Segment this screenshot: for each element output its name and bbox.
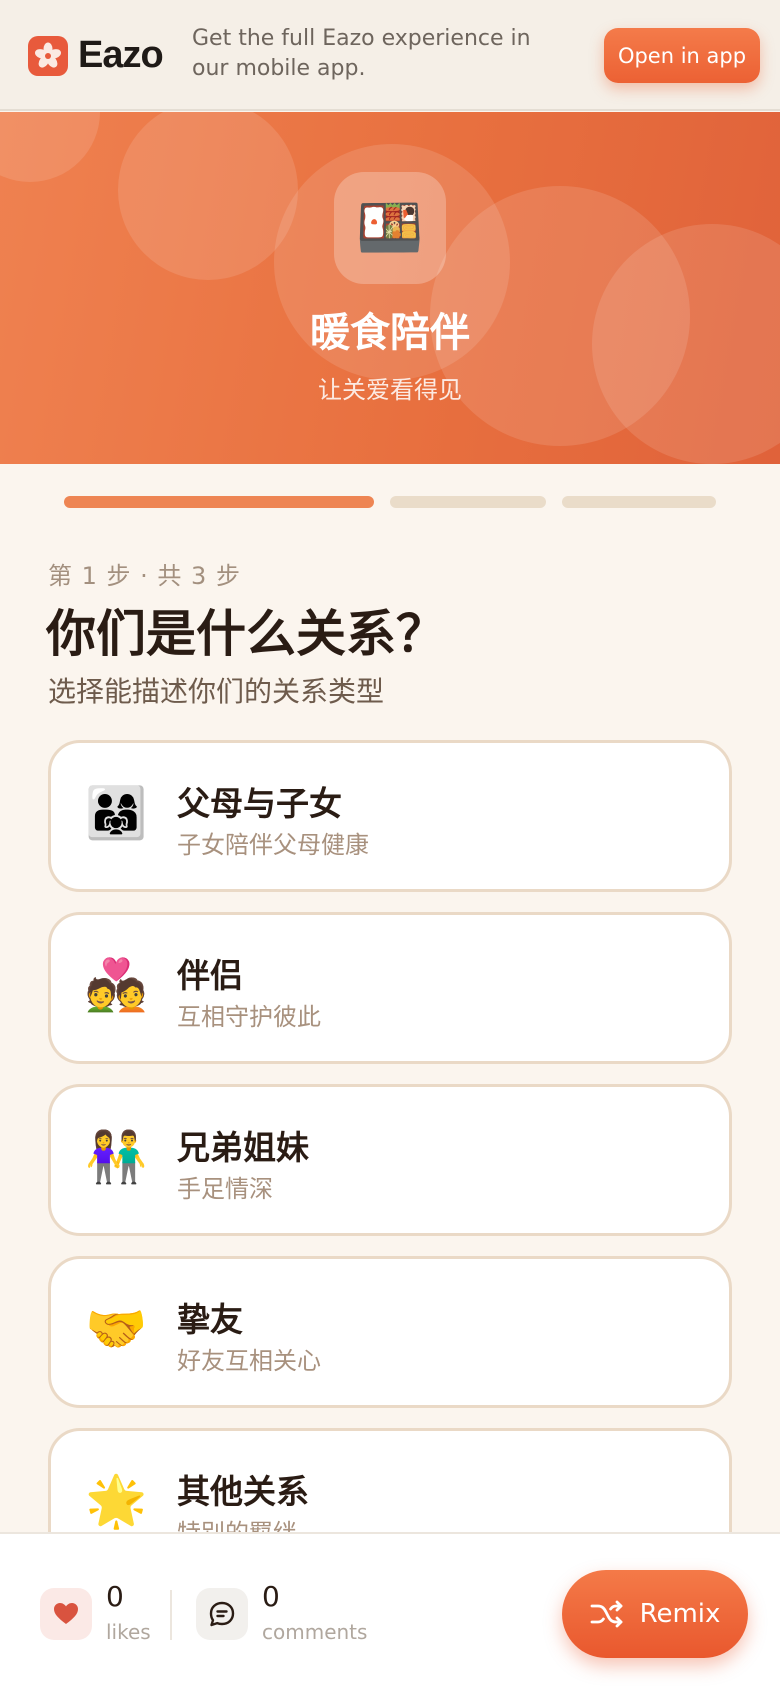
comments-label: comments (262, 1620, 368, 1644)
option-description: 子女陪伴父母健康 (177, 831, 369, 859)
couple-heart-icon: 💑 (85, 956, 148, 1014)
heart-icon[interactable] (40, 1588, 92, 1640)
likes-label: likes (106, 1620, 151, 1644)
banner-message: Get the full Eazo experience in our mobi… (192, 26, 531, 81)
progress-step-2 (390, 496, 546, 508)
shuffle-icon (590, 1599, 624, 1629)
hero-title: 暖食陪伴 (310, 310, 470, 356)
option-description: 好友互相关心 (177, 1347, 321, 1375)
hero-subtitle: 让关爱看得见 (318, 376, 462, 404)
comments-count: 0 (262, 1580, 280, 1613)
open-in-app-button[interactable]: Open in app (604, 28, 760, 83)
remix-label: Remix (639, 1599, 721, 1629)
decor-bubble (118, 112, 298, 280)
progress-step-3 (562, 496, 716, 508)
likes-count: 0 (106, 1580, 124, 1613)
option-title: 挚友 (177, 1300, 243, 1339)
option-partner[interactable]: 💑 伴侣 互相守护彼此 (48, 912, 732, 1064)
eazo-logo-icon (28, 36, 68, 76)
star-icon: 🌟 (85, 1472, 148, 1530)
step-indicator: 第 1 步 · 共 3 步 (48, 562, 241, 590)
comment-icon[interactable] (196, 1588, 248, 1640)
app-banner: Eazo Get the full Eazo experience in our… (0, 0, 780, 111)
option-title: 伴侣 (177, 956, 243, 995)
family-icon: 👨‍👩‍👧 (85, 784, 148, 842)
option-parents-children[interactable]: 👨‍👩‍👧 父母与子女 子女陪伴父母健康 (48, 740, 732, 892)
option-siblings[interactable]: 👫 兄弟姐妹 手足情深 (48, 1084, 732, 1236)
hero-header: 🍱 暖食陪伴 让关爱看得见 (0, 112, 780, 464)
bento-icon: 🍱 (334, 172, 446, 284)
hero-emoji: 🍱 (356, 196, 424, 259)
option-description: 手足情深 (177, 1175, 273, 1203)
remix-button[interactable]: Remix (562, 1570, 748, 1658)
decor-bubble (0, 112, 100, 182)
question-title: 你们是什么关系？ (46, 605, 446, 663)
option-description: 互相守护彼此 (177, 1003, 321, 1031)
question-subtitle: 选择能描述你们的关系类型 (48, 675, 385, 708)
page: Eazo Get the full Eazo experience in our… (0, 0, 780, 1688)
option-title: 父母与子女 (177, 784, 342, 823)
option-title: 兄弟姐妹 (177, 1128, 309, 1167)
bottom-action-bar: 0 likes 0 comments Remix (0, 1532, 780, 1688)
handshake-icon: 🤝 (85, 1300, 148, 1358)
option-close-friend[interactable]: 🤝 挚友 好友互相关心 (48, 1256, 732, 1408)
brand-name: Eazo (78, 34, 164, 76)
option-title: 其他关系 (177, 1472, 309, 1511)
siblings-icon: 👫 (85, 1128, 148, 1186)
progress-step-1 (64, 496, 374, 508)
divider (170, 1590, 172, 1640)
